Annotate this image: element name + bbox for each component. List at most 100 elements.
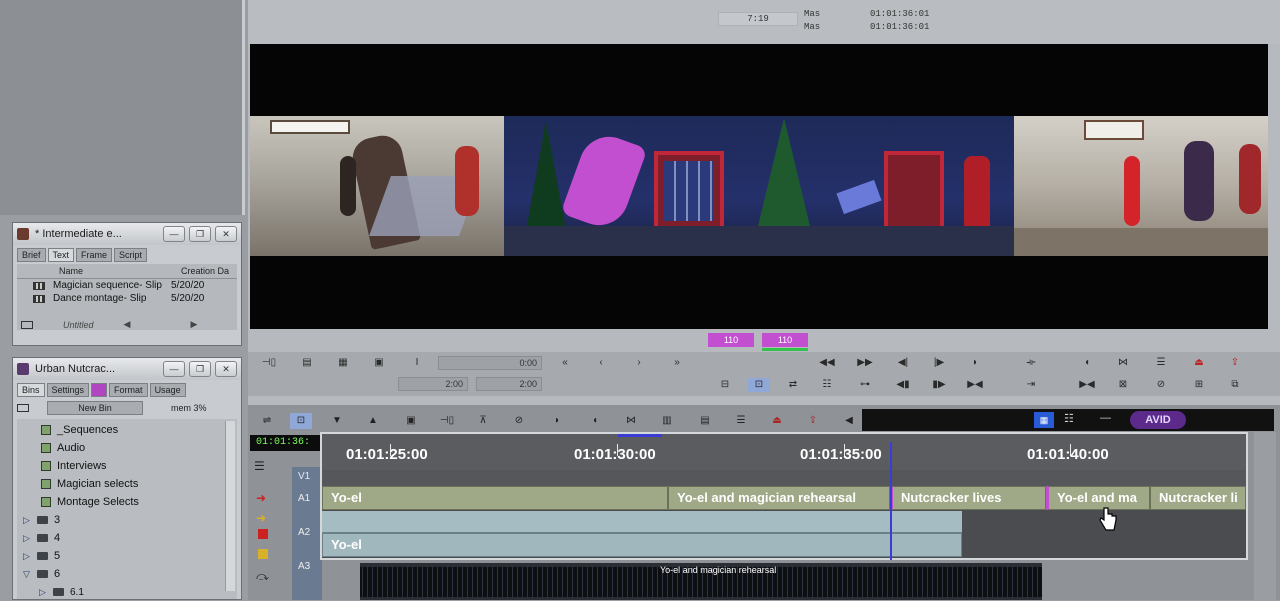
tree-folder-4[interactable]: ▷ 4: [17, 529, 237, 547]
minimize-button[interactable]: —: [163, 226, 185, 242]
clear-marks-icon[interactable]: ⊠: [1112, 378, 1134, 392]
red-stop-icon[interactable]: [258, 529, 268, 539]
tab-settings[interactable]: Settings: [46, 383, 90, 397]
forward-icon[interactable]: ▶▶: [854, 356, 876, 370]
play-forward-icon[interactable]: ▮▶: [928, 378, 950, 392]
play-back-icon[interactable]: ◀▮: [892, 378, 914, 392]
speaker-icon[interactable]: ◀: [838, 413, 860, 429]
tab-bins[interactable]: Bins: [17, 383, 45, 397]
playhead[interactable]: [890, 442, 892, 560]
loop-icon[interactable]: ⊶: [854, 378, 876, 392]
no-entry-icon[interactable]: ⊘: [1150, 378, 1172, 392]
video-clip[interactable]: Nutcracker lives: [890, 486, 1046, 510]
track-a3-label[interactable]: A3: [298, 561, 310, 572]
no-entry-icon[interactable]: ⊘: [508, 413, 530, 429]
red-arrow-icon[interactable]: ➜: [256, 491, 266, 505]
position-field[interactable]: 0:00: [438, 356, 542, 370]
tree-bin-magician-selects[interactable]: Magician selects: [17, 475, 237, 493]
trim-icon[interactable]: ⟛: [1020, 356, 1042, 370]
splice-icon[interactable]: ▣: [368, 356, 390, 370]
tree-bin-audio[interactable]: Audio: [17, 439, 237, 457]
top-tail-icon[interactable]: ⊼: [472, 413, 494, 429]
audio-clip-top[interactable]: [322, 511, 962, 533]
mark-clip-icon[interactable]: ⊣▯: [436, 413, 458, 429]
expand-triangle-icon[interactable]: ▷: [39, 587, 53, 598]
swap-icon[interactable]: ⇄: [782, 378, 804, 392]
copy-icon[interactable]: ⧉: [1224, 378, 1246, 392]
bin-title-bar[interactable]: * Intermediate e... — ❐ ✕: [13, 223, 241, 245]
close-button[interactable]: ✕: [215, 226, 237, 242]
tree-bin-montage-selects[interactable]: Montage Selects: [17, 493, 237, 511]
list-item[interactable]: Magician sequence- Slip 5/20/20: [17, 279, 237, 292]
tab-format[interactable]: Format: [109, 383, 148, 397]
extract-icon[interactable]: ⇪: [802, 413, 824, 429]
in-point-icon[interactable]: ◖: [1076, 356, 1098, 370]
video-clip[interactable]: Yo-el and magician rehearsal: [668, 486, 890, 510]
tree-bin-sequences[interactable]: _Sequences: [17, 421, 237, 439]
tree-scrollbar[interactable]: [225, 421, 235, 591]
track-v1-label[interactable]: V1: [298, 471, 310, 482]
project-menu-icon[interactable]: [17, 404, 29, 412]
lift-icon[interactable]: ⏏: [1188, 356, 1210, 370]
mark-in-icon[interactable]: ⊣▯: [258, 356, 280, 370]
video-clip[interactable]: Yo-el: [322, 486, 668, 510]
up-arrow-icon[interactable]: ▲: [362, 413, 384, 429]
tree-folder-5[interactable]: ▷ 5: [17, 547, 237, 565]
expand-triangle-icon[interactable]: ▷: [23, 551, 37, 562]
close-button[interactable]: ✕: [215, 361, 237, 377]
restore-button[interactable]: ❐: [189, 361, 211, 377]
mark-in-icon[interactable]: ◖: [584, 413, 606, 429]
column-name[interactable]: Name: [21, 266, 181, 276]
bin-menu-icon[interactable]: [21, 320, 33, 329]
timeline-view-icon[interactable]: ⊡: [290, 413, 312, 429]
scroll-left-icon[interactable]: ◀: [124, 319, 131, 330]
overwrite-icon[interactable]: ⊞: [1188, 378, 1210, 392]
new-bin-button[interactable]: New Bin: [47, 401, 143, 415]
menu-icon[interactable]: ☰: [730, 413, 752, 429]
list-icon[interactable]: ☷: [1064, 412, 1074, 425]
duration-field[interactable]: 2:00: [398, 377, 468, 391]
match-frame-icon[interactable]: ⋈: [620, 413, 642, 429]
tab-frame[interactable]: Frame: [76, 248, 113, 262]
yellow-marker-icon[interactable]: [258, 549, 268, 559]
step-forward-icon[interactable]: ›: [628, 356, 650, 370]
tab-text[interactable]: Text: [47, 248, 75, 262]
step-right-icon[interactable]: |▶: [928, 356, 950, 370]
duration-field-2[interactable]: 2:00: [476, 377, 542, 391]
track-a2-label[interactable]: A2: [298, 527, 310, 538]
timeline-zoom-panel[interactable]: 01:01:25:00 01:01:30:00 01:01:35:00 01:0…: [320, 432, 1248, 560]
fast-forward-icon[interactable]: »: [666, 356, 688, 370]
project-title-bar[interactable]: Urban Nutcrac... — ❐ ✕: [13, 358, 241, 380]
tab-script[interactable]: Script: [114, 248, 148, 262]
track-select-icon[interactable]: ▦: [1034, 412, 1054, 428]
video-clip[interactable]: Nutcracker li: [1150, 486, 1246, 510]
tab-effects-icon[interactable]: [91, 383, 108, 397]
bin-icon-button[interactable]: ▤: [694, 413, 716, 429]
audio-waveform-track[interactable]: Yo-el and magician rehearsal: [360, 563, 1042, 600]
tree-folder-6-1[interactable]: ▷ 6.1: [17, 583, 237, 601]
timeline-timecode[interactable]: 01:01:36:: [250, 435, 320, 451]
splice-in-icon[interactable]: ▣: [400, 413, 422, 429]
jump-icon[interactable]: ▶◀: [964, 378, 986, 392]
duration-display[interactable]: 7:19: [718, 12, 798, 26]
columns-icon[interactable]: ▥: [656, 413, 678, 429]
list-item[interactable]: Dance montage- Slip 5/20/20: [17, 292, 237, 305]
down-arrow-icon[interactable]: ▼: [326, 413, 348, 429]
minimize-button[interactable]: —: [163, 361, 185, 377]
bin-icon-button[interactable]: ▤: [296, 356, 318, 370]
timeline-scrollbar[interactable]: [1254, 432, 1276, 600]
step-left-icon[interactable]: ◀|: [892, 356, 914, 370]
toggle-source-icon[interactable]: ⊡: [748, 378, 770, 392]
timeline-settings-icon[interactable]: ⇌: [256, 413, 278, 429]
lift-icon[interactable]: ⏏: [766, 413, 788, 429]
grid-icon[interactable]: ▦: [332, 356, 354, 370]
collapse-triangle-icon[interactable]: ▽: [23, 569, 37, 580]
dash-icon[interactable]: —: [1100, 412, 1111, 424]
mark-out-icon[interactable]: ◗: [964, 356, 986, 370]
split-icon[interactable]: ⊟: [714, 378, 736, 392]
settings-icon[interactable]: ☰: [1150, 356, 1172, 370]
audio-clip[interactable]: Yo-el: [322, 533, 962, 557]
mark-out-icon[interactable]: ◗: [546, 413, 568, 429]
list-icon[interactable]: ☷: [816, 378, 838, 392]
rewind-icon[interactable]: ◀◀: [816, 356, 838, 370]
